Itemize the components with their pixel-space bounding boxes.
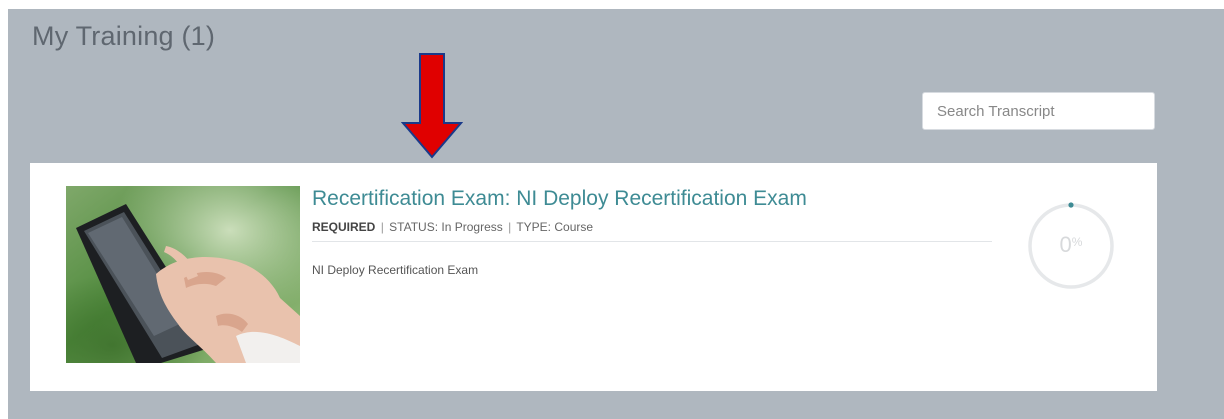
arrow-down-icon [401, 53, 463, 159]
course-thumbnail[interactable] [66, 186, 300, 363]
course-description: NI Deploy Recertification Exam [312, 263, 479, 277]
training-panel: My Training (1) Search Transcript Recert… [8, 9, 1224, 419]
course-title-link[interactable]: Recertification Exam: NI Deploy Recertif… [312, 187, 807, 211]
page-title: My Training (1) [32, 21, 216, 51]
progress-ring: 0% [1026, 201, 1116, 291]
progress-label: 0% [1026, 232, 1116, 258]
progress-value: 0 [1059, 232, 1072, 257]
required-label: REQUIRED [312, 220, 376, 234]
meta-separator: | [380, 220, 384, 234]
training-card: Recertification Exam: NI Deploy Recertif… [30, 163, 1157, 391]
search-transcript-input[interactable] [922, 92, 1155, 130]
progress-unit: % [1071, 235, 1083, 249]
type-text: TYPE: Course [516, 220, 594, 234]
status-text: STATUS: In Progress [389, 220, 503, 234]
meta-separator: | [508, 220, 512, 234]
course-meta: REQUIRED | STATUS: In Progress | TYPE: C… [312, 220, 992, 242]
